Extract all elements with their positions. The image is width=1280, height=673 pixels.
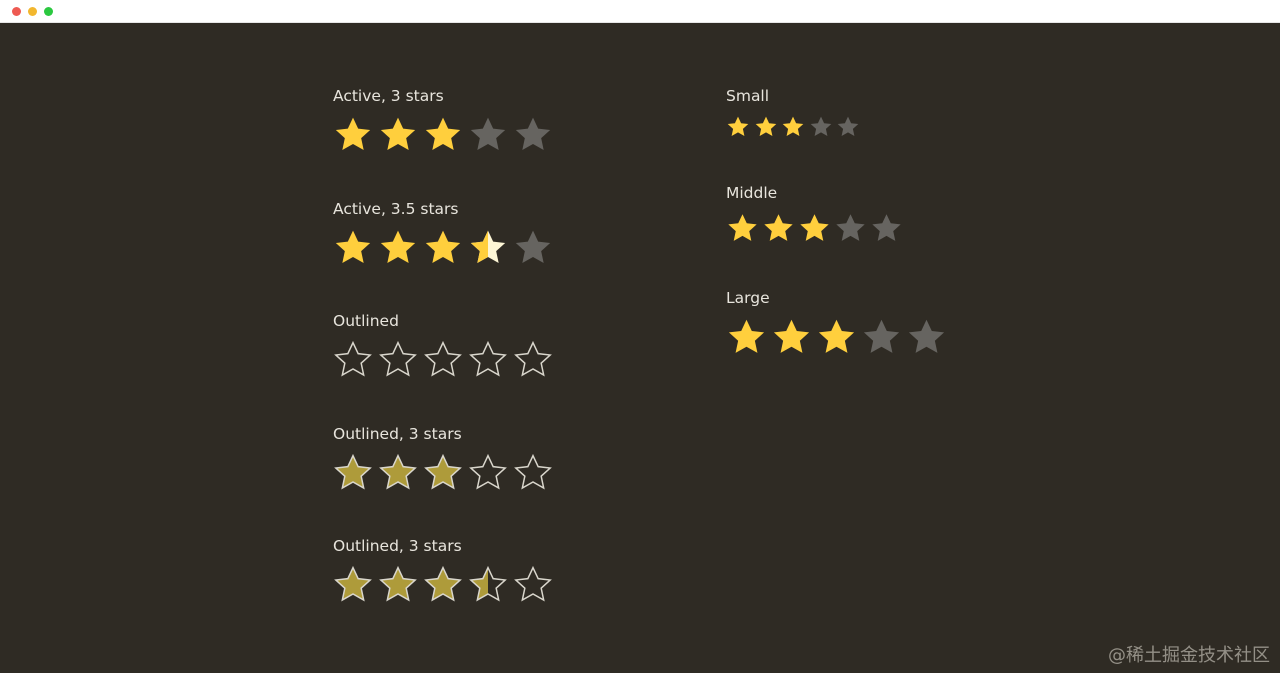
star-icon[interactable] bbox=[468, 565, 508, 605]
star-icon[interactable] bbox=[378, 115, 418, 155]
star-icon[interactable] bbox=[809, 115, 833, 139]
star-icon[interactable] bbox=[333, 115, 373, 155]
star-icon[interactable] bbox=[870, 212, 903, 245]
rating-label: Outlined bbox=[333, 312, 399, 330]
rating-label: Middle bbox=[726, 184, 778, 202]
window-titlebar bbox=[0, 0, 1280, 23]
star-icon[interactable] bbox=[754, 115, 778, 139]
star-icon[interactable] bbox=[726, 212, 759, 245]
star-icon[interactable] bbox=[781, 115, 805, 139]
star-group[interactable] bbox=[333, 453, 553, 493]
star-icon[interactable] bbox=[423, 115, 463, 155]
star-icon[interactable] bbox=[468, 453, 508, 493]
close-window-button[interactable] bbox=[12, 7, 21, 16]
star-icon[interactable] bbox=[513, 340, 553, 380]
star-icon[interactable] bbox=[816, 317, 857, 358]
star-icon[interactable] bbox=[333, 340, 373, 380]
rating-label: Outlined, 3 stars bbox=[333, 537, 462, 555]
rating-label: Active, 3.5 stars bbox=[333, 200, 459, 218]
star-icon[interactable] bbox=[378, 340, 418, 380]
star-icon[interactable] bbox=[423, 340, 463, 380]
star-icon[interactable] bbox=[423, 453, 463, 493]
star-icon[interactable] bbox=[513, 565, 553, 605]
watermark-text: @稀土掘金技术社区 bbox=[1108, 645, 1270, 666]
star-group[interactable] bbox=[726, 317, 947, 358]
star-icon[interactable] bbox=[834, 212, 867, 245]
star-group[interactable] bbox=[333, 115, 553, 155]
star-group[interactable] bbox=[726, 212, 903, 245]
rating-label: Active, 3 stars bbox=[333, 87, 444, 105]
star-icon[interactable] bbox=[468, 228, 508, 268]
star-icon[interactable] bbox=[513, 228, 553, 268]
rating-label: Small bbox=[726, 87, 770, 105]
star-icon[interactable] bbox=[798, 212, 831, 245]
star-group[interactable] bbox=[333, 228, 553, 268]
star-icon[interactable] bbox=[423, 228, 463, 268]
star-icon[interactable] bbox=[513, 453, 553, 493]
star-icon[interactable] bbox=[906, 317, 947, 358]
star-group[interactable] bbox=[333, 340, 553, 380]
star-icon[interactable] bbox=[726, 317, 767, 358]
star-icon[interactable] bbox=[468, 115, 508, 155]
minimize-window-button[interactable] bbox=[28, 7, 37, 16]
star-icon[interactable] bbox=[726, 115, 750, 139]
star-group[interactable] bbox=[333, 565, 553, 605]
star-icon[interactable] bbox=[333, 565, 373, 605]
star-icon[interactable] bbox=[771, 317, 812, 358]
star-icon[interactable] bbox=[762, 212, 795, 245]
star-icon[interactable] bbox=[333, 453, 373, 493]
rating-label: Outlined, 3 stars bbox=[333, 425, 462, 443]
rating-label: Large bbox=[726, 289, 770, 307]
rating-demo-canvas: Active, 3 stars Active, 3.5 stars Outlin… bbox=[0, 23, 1280, 673]
maximize-window-button[interactable] bbox=[44, 7, 53, 16]
star-icon[interactable] bbox=[378, 565, 418, 605]
star-icon[interactable] bbox=[333, 228, 373, 268]
star-icon[interactable] bbox=[378, 453, 418, 493]
star-icon[interactable] bbox=[378, 228, 418, 268]
star-icon[interactable] bbox=[836, 115, 860, 139]
star-icon[interactable] bbox=[423, 565, 463, 605]
star-icon[interactable] bbox=[861, 317, 902, 358]
star-icon[interactable] bbox=[468, 340, 508, 380]
star-icon[interactable] bbox=[513, 115, 553, 155]
star-group[interactable] bbox=[726, 115, 860, 139]
